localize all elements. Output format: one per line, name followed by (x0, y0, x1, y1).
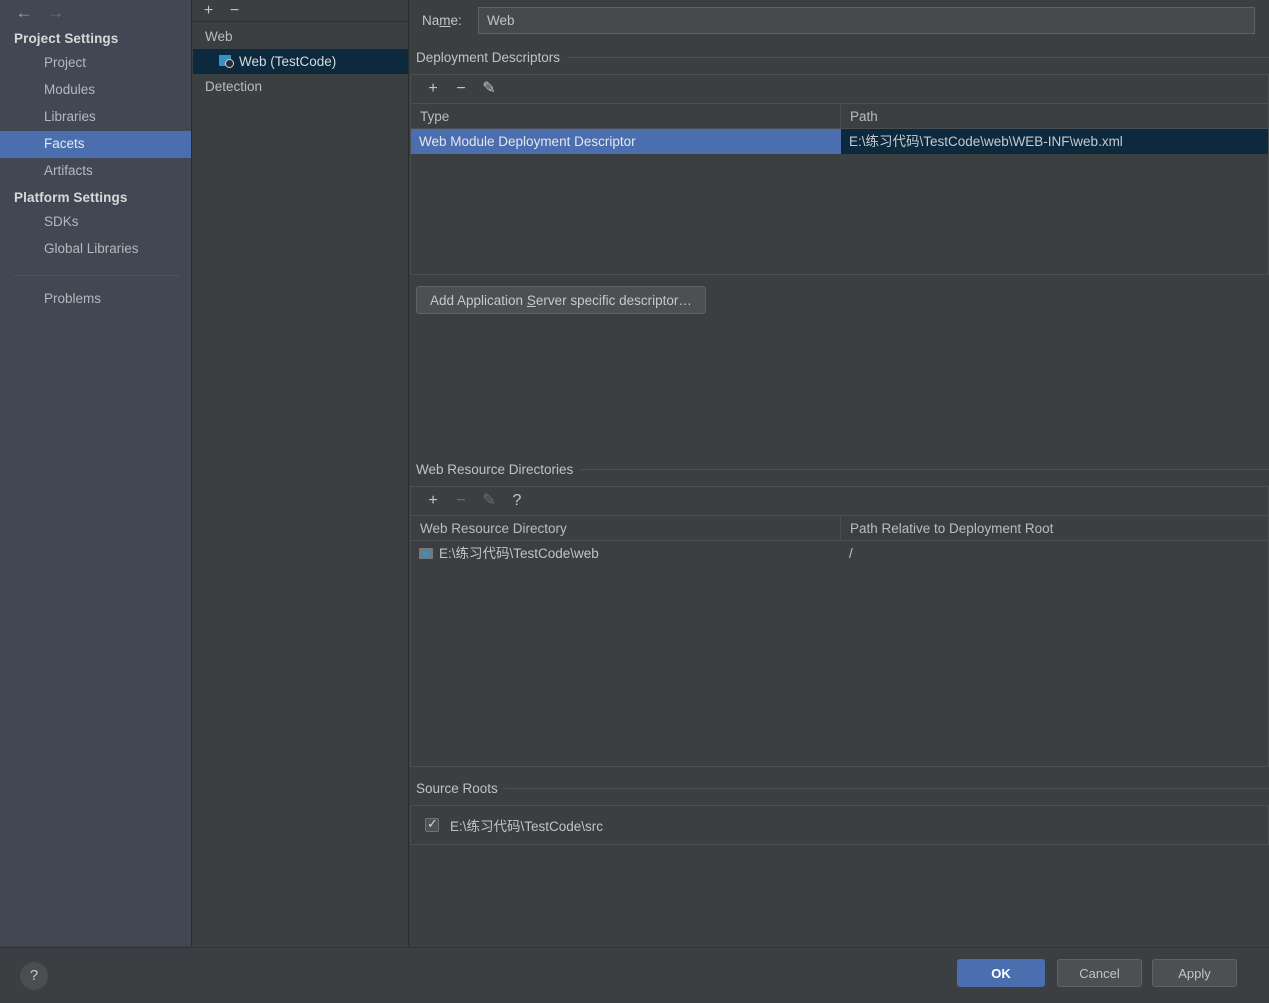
add-descriptor-mnemonic: S (526, 292, 536, 308)
source-roots-list: E:\练习代码\TestCode\src (410, 805, 1269, 845)
deployment-descriptors-toolbar: + − ✎ (410, 74, 1269, 103)
column-header-path[interactable]: Path (841, 104, 1268, 128)
sidebar-item-problems[interactable]: Problems (0, 286, 191, 313)
tree-row-web[interactable]: Web (193, 24, 408, 49)
column-header-web-resource-directory[interactable]: Web Resource Directory (411, 516, 841, 540)
web-resource-directories-group-title: Web Resource Directories (410, 462, 1269, 477)
pencil-icon[interactable]: ✎ (481, 81, 497, 97)
sidebar-item-libraries[interactable]: Libraries (0, 104, 191, 131)
arrow-right-icon[interactable]: → (42, 0, 70, 26)
group-title-label: Deployment Descriptors (416, 50, 561, 65)
facets-tree[interactable]: Web Web (TestCode) Detection (193, 22, 408, 99)
deployment-descriptors-body: Web Module Deployment Descriptor E:\练习代码… (411, 129, 1268, 274)
column-header-path-relative[interactable]: Path Relative to Deployment Root (841, 516, 1268, 540)
web-facet-icon (219, 54, 235, 68)
sidebar-item-project[interactable]: Project (0, 50, 191, 77)
plus-icon[interactable]: + (425, 493, 441, 509)
sidebar-item-modules[interactable]: Modules (0, 77, 191, 104)
table-row[interactable]: Web Module Deployment Descriptor E:\练习代码… (411, 129, 1268, 154)
ok-button[interactable]: OK (957, 959, 1045, 987)
cell-web-resource-directory: E:\练习代码\TestCode\web (411, 541, 841, 566)
group-title-rule (580, 469, 1269, 470)
tree-row-web-testcode[interactable]: Web (TestCode) (193, 49, 408, 74)
name-label: Name: (422, 13, 462, 28)
table-row[interactable]: E:\练习代码\TestCode\web / (411, 541, 1268, 566)
facets-tree-panel: + − Web Web (TestCode) Detection (193, 0, 409, 946)
cell-relative-path: / (849, 546, 853, 561)
sidebar-divider (14, 275, 179, 276)
sidebar-section-project-settings: Project Settings (14, 31, 119, 46)
source-root-checkbox[interactable] (425, 816, 439, 832)
column-header-type[interactable]: Type (411, 104, 841, 128)
sidebar-item-artifacts[interactable]: Artifacts (0, 158, 191, 185)
facets-tree-toolbar: + − (193, 0, 408, 22)
dialog-footer: ? OK Cancel Apply CSDN @Tony_Chen_0725 (0, 947, 1269, 1003)
tree-row-label: Web (TestCode) (239, 54, 337, 69)
group-title-label: Web Resource Directories (416, 462, 574, 477)
sidebar-item-global-libraries[interactable]: Global Libraries (0, 236, 191, 263)
folder-icon (419, 547, 434, 560)
plus-icon[interactable]: + (425, 81, 441, 97)
add-application-server-descriptor-button[interactable]: Add Application Server specific descript… (416, 286, 706, 314)
arrow-left-icon[interactable]: ← (10, 0, 38, 26)
group-title-rule (504, 788, 1269, 789)
plus-icon[interactable]: + (201, 2, 216, 19)
sidebar-section-platform-settings: Platform Settings (14, 190, 128, 205)
sidebar-navigation: ← → (0, 0, 191, 26)
apply-button[interactable]: Apply (1152, 959, 1237, 987)
pencil-icon: ✎ (482, 492, 496, 509)
source-roots-group-title: Source Roots (410, 781, 1269, 796)
facet-detail-panel: Name: Deployment Descriptors + − ✎ Type … (410, 0, 1269, 946)
web-resource-directories-body: E:\练习代码\TestCode\web / (411, 541, 1268, 766)
tree-row-label: Detection (205, 79, 263, 94)
web-resource-directories-table: Web Resource Directory Path Relative to … (410, 515, 1269, 767)
group-title-label: Source Roots (416, 781, 498, 796)
name-input[interactable] (478, 7, 1255, 34)
web-resource-directories-toolbar: + − ✎ ? (410, 486, 1269, 515)
sidebar-item-facets[interactable]: Facets (0, 131, 191, 158)
help-button[interactable]: ? (20, 962, 48, 990)
minus-icon: − (456, 492, 466, 509)
deployment-descriptors-group-title: Deployment Descriptors (410, 50, 1269, 65)
minus-icon[interactable]: − (227, 2, 242, 19)
cell-path: E:\练习代码\TestCode\web\WEB-INF\web.xml (841, 129, 1268, 154)
name-row: Name: (410, 0, 1269, 34)
cancel-button[interactable]: Cancel (1057, 959, 1142, 987)
tree-row-label: Web (205, 29, 233, 44)
minus-icon[interactable]: − (453, 81, 469, 97)
sidebar-item-sdks[interactable]: SDKs (0, 209, 191, 236)
tree-row-detection[interactable]: Detection (193, 74, 408, 99)
question-icon[interactable]: ? (509, 493, 525, 509)
cell-type: Web Module Deployment Descriptor (411, 129, 841, 154)
group-title-rule (567, 57, 1269, 58)
source-root-label: E:\练习代码\TestCode\src (450, 819, 604, 834)
settings-sidebar: ← → Project Settings Project Modules Lib… (0, 0, 192, 946)
name-label-mnemonic: m (439, 13, 451, 28)
cell-text: E:\练习代码\TestCode\web (439, 546, 599, 561)
deployment-descriptors-table: Type Path Web Module Deployment Descript… (410, 103, 1269, 275)
table-header-row: Type Path (411, 104, 1268, 129)
table-header-row: Web Resource Directory Path Relative to … (411, 516, 1268, 541)
